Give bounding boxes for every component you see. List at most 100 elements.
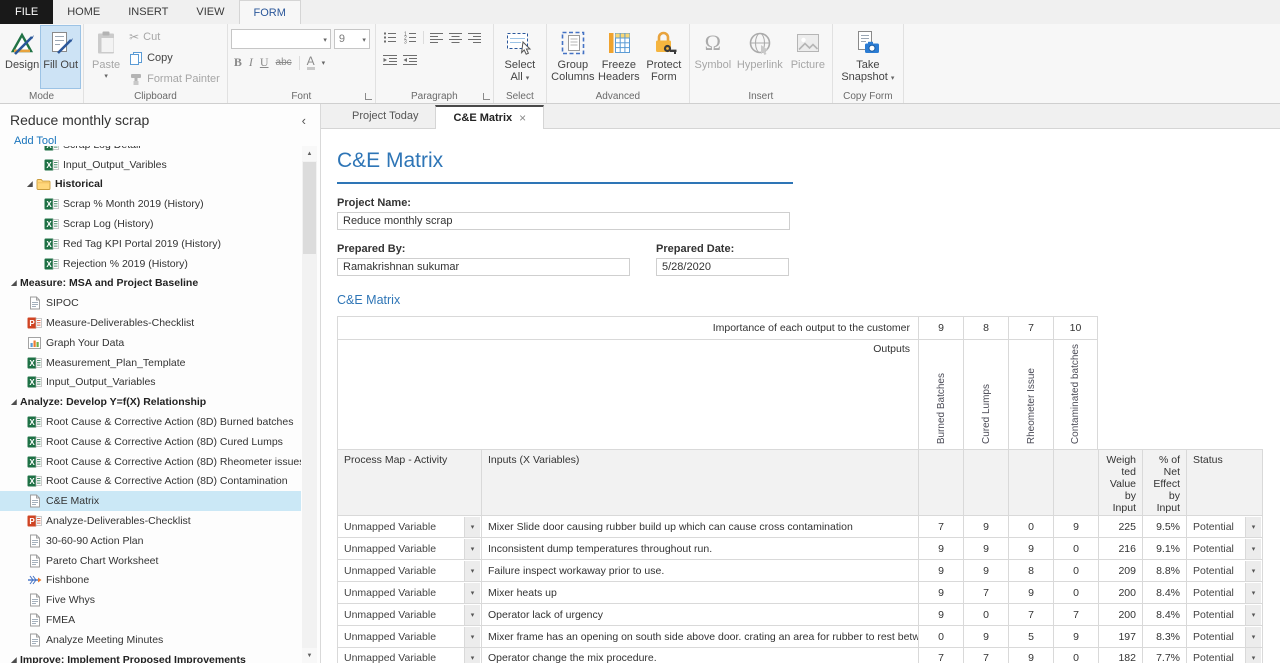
dropdown-arrow-icon[interactable]: ▾ [464,648,480,663]
fill-out-button[interactable]: Fill Out [41,26,80,88]
output-column-header[interactable]: Contaminated batches [1053,339,1098,449]
format-painter-button[interactable]: Format Painter [125,68,224,89]
scroll-down-icon[interactable]: ▼ [302,648,317,663]
scrollbar-thumb[interactable] [303,162,316,254]
score-cell[interactable]: 9 [918,603,963,625]
dropdown-arrow-icon[interactable]: ▾ [464,605,480,625]
tree-item[interactable]: XRejection % 2019 (History) [0,254,301,274]
dropdown-arrow-icon[interactable]: ▾ [464,627,480,647]
activity-dropdown[interactable]: Unmapped Variable▾ [337,515,481,537]
dropdown-arrow-icon[interactable]: ▾ [464,517,480,537]
align-left-button[interactable] [430,32,443,44]
status-dropdown[interactable]: Potential▾ [1186,537,1263,559]
italic-button[interactable]: I [249,55,253,70]
tab-view[interactable]: VIEW [182,0,238,24]
dropdown-arrow-icon[interactable]: ▾ [1245,561,1261,581]
score-cell[interactable]: 7 [918,515,963,537]
dropdown-arrow-icon[interactable]: ▾ [464,561,480,581]
input-variable-field[interactable]: Mixer heats up [481,581,918,603]
activity-dropdown[interactable]: Unmapped Variable▾ [337,647,481,663]
activity-dropdown[interactable]: Unmapped Variable▾ [337,537,481,559]
dropdown-arrow-icon[interactable]: ▾ [464,539,480,559]
align-center-button[interactable] [449,32,462,44]
expand-triangle-icon[interactable]: ◢ [8,656,20,663]
score-cell[interactable]: 9 [1008,647,1053,663]
symbol-button[interactable]: Ω Symbol [693,26,733,88]
score-cell[interactable]: 9 [963,515,1008,537]
tab-ce-matrix[interactable]: C&E Matrix × [435,105,544,129]
input-variable-field[interactable]: Operator lack of urgency [481,603,918,625]
score-cell[interactable]: 7 [1008,603,1053,625]
protect-form-button[interactable]: Protect Form [642,26,686,88]
sidebar-scrollbar[interactable]: ▲ ▼ [302,146,317,663]
output-column-header[interactable]: Burned Batches [918,339,963,449]
score-cell[interactable]: 0 [1053,581,1098,603]
tree-item[interactable]: XRoot Cause & Corrective Action (8D) Con… [0,472,301,492]
input-variable-field[interactable]: Failure inspect workaway prior to use. [481,559,918,581]
strikethrough-button[interactable]: abc [276,57,292,68]
tree-item[interactable]: XInput_Output_Variables [0,373,301,393]
design-button[interactable]: Design [3,26,41,88]
score-cell[interactable]: 9 [963,625,1008,647]
font-size-combo[interactable]: 9▾ [334,29,370,49]
tab-project-today[interactable]: Project Today [335,104,435,128]
prepared-by-field[interactable]: Ramakrishnan sukumar [337,258,630,276]
tab-insert[interactable]: INSERT [114,0,182,24]
tree-item[interactable]: XScrap Log (History) [0,214,301,234]
status-dropdown[interactable]: Potential▾ [1186,625,1263,647]
tab-form[interactable]: FORM [239,0,301,24]
score-cell[interactable]: 9 [918,559,963,581]
importance-value[interactable]: 8 [963,316,1008,339]
tree-item[interactable]: XRoot Cause & Corrective Action (8D) Bur… [0,412,301,432]
expand-triangle-icon[interactable]: ◢ [24,180,36,188]
tree-item[interactable]: ◢Historical [0,175,301,195]
tree-item[interactable]: XScrap Log Detail [0,146,301,155]
importance-value[interactable]: 10 [1053,316,1098,339]
dropdown-arrow-icon[interactable]: ▾ [1245,648,1261,663]
score-cell[interactable]: 9 [1008,581,1053,603]
output-column-header[interactable]: Cured Lumps [963,339,1008,449]
score-cell[interactable]: 0 [1053,559,1098,581]
input-variable-field[interactable]: Mixer frame has an opening on south side… [481,625,918,647]
status-dropdown[interactable]: Potential▾ [1186,559,1263,581]
tree-item[interactable]: XMeasurement_Plan_Template [0,353,301,373]
tree-item[interactable]: Analyze Meeting Minutes [0,630,301,650]
prepared-date-field[interactable]: 5/28/2020 [656,258,789,276]
importance-value[interactable]: 9 [918,316,963,339]
status-dropdown[interactable]: Potential▾ [1186,581,1263,603]
group-columns-button[interactable]: Group Columns [550,26,596,88]
tree-item[interactable]: Fishbone [0,571,301,591]
dropdown-arrow-icon[interactable]: ▾ [1245,583,1261,603]
tree-item[interactable]: SIPOC [0,293,301,313]
copy-button[interactable]: Copy [125,47,224,68]
decrease-indent-button[interactable] [383,54,397,66]
picture-button[interactable]: Picture [787,26,829,88]
dropdown-arrow-icon[interactable]: ▾ [1245,539,1261,559]
score-cell[interactable]: 5 [1008,625,1053,647]
input-variable-field[interactable]: Inconsistent dump temperatures throughou… [481,537,918,559]
tree-section-header[interactable]: ◢Analyze: Develop Y=f(X) Relationship [0,392,301,412]
tree-item[interactable]: PMeasure-Deliverables-Checklist [0,313,301,333]
align-right-button[interactable] [468,32,481,44]
input-variable-field[interactable]: Operator change the mix procedure. [481,647,918,663]
activity-dropdown[interactable]: Unmapped Variable▾ [337,625,481,647]
score-cell[interactable]: 9 [963,559,1008,581]
tree-item[interactable]: Graph Your Data [0,333,301,353]
dropdown-arrow-icon[interactable]: ▾ [1245,605,1261,625]
score-cell[interactable]: 9 [1053,625,1098,647]
dropdown-arrow-icon[interactable]: ▾ [1245,517,1261,537]
status-dropdown[interactable]: Potential▾ [1186,647,1263,663]
increase-indent-button[interactable] [403,54,417,66]
tree-item[interactable]: PAnalyze-Deliverables-Checklist [0,511,301,531]
tree-item[interactable]: 30-60-90 Action Plan [0,531,301,551]
dropdown-arrow-icon[interactable]: ▾ [1245,627,1261,647]
tree-item[interactable]: XRed Tag KPI Portal 2019 (History) [0,234,301,254]
activity-dropdown[interactable]: Unmapped Variable▾ [337,603,481,625]
score-cell[interactable]: 9 [1053,515,1098,537]
sidebar-collapse-chevron-icon[interactable]: ‹ [302,113,306,128]
score-cell[interactable]: 7 [1053,603,1098,625]
hyperlink-button[interactable]: Hyperlink [733,26,787,88]
font-name-combo[interactable]: ▾ [231,29,331,49]
importance-value[interactable]: 7 [1008,316,1053,339]
scroll-up-icon[interactable]: ▲ [302,146,317,161]
